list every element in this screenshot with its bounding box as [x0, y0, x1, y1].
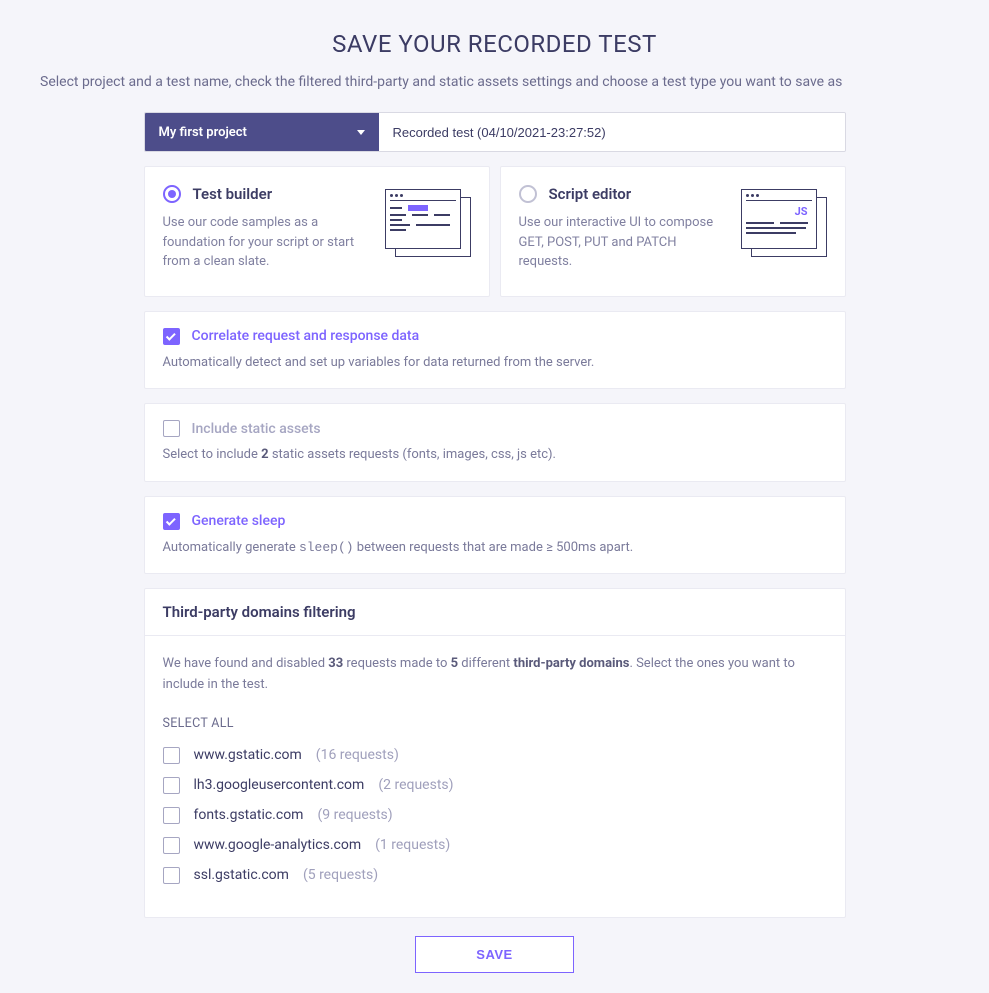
- third-party-heading: Third-party domains filtering: [144, 588, 846, 636]
- correlate-desc: Automatically detect and set up variable…: [163, 353, 827, 373]
- domain-row: ssl.gstatic.com (5 requests): [163, 867, 827, 884]
- domain-name: www.gstatic.com: [194, 747, 302, 763]
- test-name-input[interactable]: [379, 113, 845, 151]
- domain-row: www.google-analytics.com (1 requests): [163, 837, 827, 854]
- correlate-label: Correlate request and response data: [192, 328, 420, 344]
- option-test-builder[interactable]: Test builder Use our code samples as a f…: [144, 166, 490, 297]
- domain-request-count: (5 requests): [303, 867, 378, 883]
- radio-selected-icon: [163, 185, 181, 203]
- option-script-editor[interactable]: Script editor Use our interactive UI to …: [500, 166, 846, 297]
- chevron-down-icon: [357, 130, 365, 135]
- static-assets-panel: Include static assets Select to include …: [144, 403, 846, 482]
- domain-row: lh3.googleusercontent.com (2 requests): [163, 777, 827, 794]
- script-editor-title: Script editor: [549, 185, 632, 203]
- static-assets-desc: Select to include 2 static assets reques…: [163, 445, 827, 465]
- domain-request-count: (2 requests): [378, 777, 453, 793]
- generate-sleep-desc: Automatically generate sleep() between r…: [163, 538, 827, 558]
- domain-checkbox[interactable]: [163, 837, 180, 854]
- page-title: SAVE YOUR RECORDED TEST: [40, 30, 949, 58]
- domain-checkbox[interactable]: [163, 747, 180, 764]
- domain-checkbox[interactable]: [163, 777, 180, 794]
- script-editor-desc: Use our interactive UI to compose GET, P…: [519, 213, 725, 272]
- project-test-row: My first project: [144, 112, 846, 152]
- domain-checkbox[interactable]: [163, 807, 180, 824]
- domain-name: lh3.googleusercontent.com: [194, 777, 365, 793]
- project-select[interactable]: My first project: [145, 113, 379, 151]
- domain-request-count: (1 requests): [375, 837, 450, 853]
- static-assets-label: Include static assets: [192, 421, 321, 437]
- test-builder-illustration: [385, 185, 471, 272]
- correlate-checkbox[interactable]: [163, 328, 180, 345]
- third-party-intro: We have found and disabled 33 requests m…: [163, 654, 827, 696]
- domain-row: fonts.gstatic.com (9 requests): [163, 807, 827, 824]
- generate-sleep-checkbox[interactable]: [163, 513, 180, 530]
- generate-sleep-label: Generate sleep: [192, 513, 286, 529]
- domain-request-count: (16 requests): [316, 747, 399, 763]
- project-select-value: My first project: [159, 125, 247, 140]
- domain-request-count: (9 requests): [317, 807, 392, 823]
- domain-name: www.google-analytics.com: [194, 837, 362, 853]
- domain-checkbox[interactable]: [163, 867, 180, 884]
- static-assets-checkbox[interactable]: [163, 420, 180, 437]
- domain-name: ssl.gstatic.com: [194, 867, 289, 883]
- radio-unselected-icon: [519, 185, 537, 203]
- test-builder-desc: Use our code samples as a foundation for…: [163, 213, 369, 272]
- third-party-body: We have found and disabled 33 requests m…: [144, 636, 846, 918]
- test-builder-title: Test builder: [193, 185, 273, 203]
- page-subtitle: Select project and a test name, check th…: [40, 74, 949, 90]
- generate-sleep-panel: Generate sleep Automatically generate sl…: [144, 496, 846, 575]
- save-button[interactable]: SAVE: [415, 936, 573, 973]
- script-editor-illustration: JS: [741, 185, 827, 272]
- domain-row: www.gstatic.com (16 requests): [163, 747, 827, 764]
- select-all-button[interactable]: SELECT ALL: [163, 716, 827, 731]
- correlate-panel: Correlate request and response data Auto…: [144, 311, 846, 390]
- domain-name: fonts.gstatic.com: [194, 807, 304, 823]
